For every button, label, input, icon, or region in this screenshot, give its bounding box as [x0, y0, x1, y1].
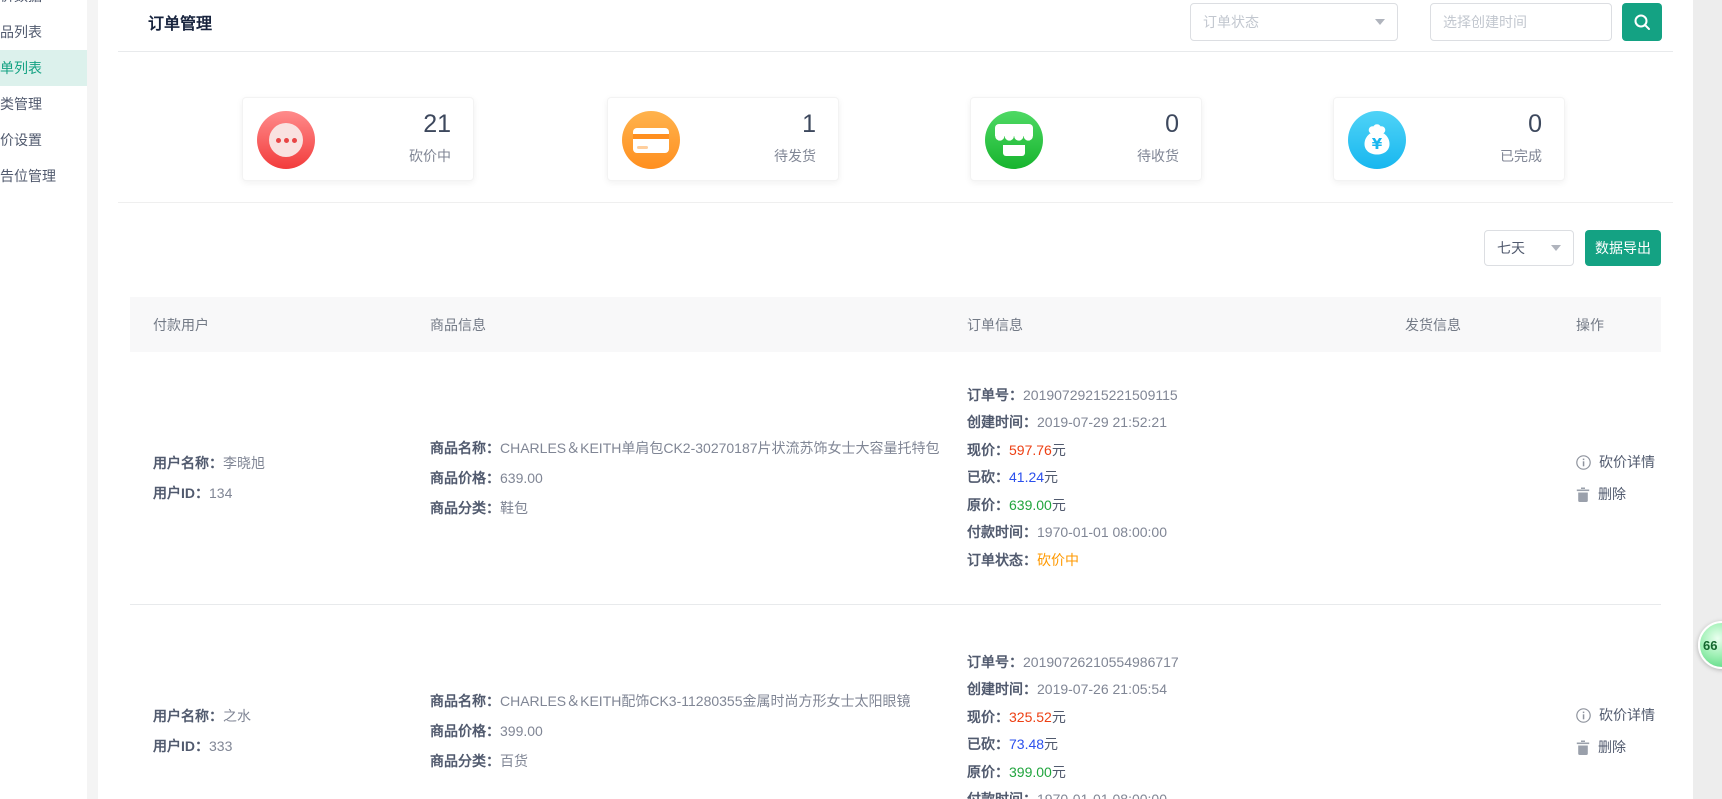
search-button[interactable] — [1622, 3, 1662, 41]
product-name: 商品名称：CHARLES＆KEITH配饰CK3-11280355金属时尚方形女士… — [430, 686, 944, 716]
order-status: 订单状态：砍价中 — [967, 547, 1382, 575]
table-header: 付款用户 商品信息 订单信息 发货信息 操作 — [130, 297, 1661, 352]
user-id: 用户ID：134 — [153, 478, 407, 508]
svg-text:¥: ¥ — [1372, 135, 1383, 153]
actions-cell: 砍价详情 删除 — [1553, 605, 1661, 799]
sidebar-divider — [87, 0, 98, 799]
money-bag-icon: ¥ — [1348, 111, 1406, 169]
product-category: 商品分类：百货 — [430, 746, 944, 776]
order-current-price: 现价：597.76元 — [967, 437, 1382, 465]
order-created: 创建时间：2019-07-29 21:52:21 — [967, 409, 1382, 437]
user-id: 用户ID：333 — [153, 731, 407, 761]
stat-label: 已完成 — [1500, 146, 1542, 166]
stat-value: 0 — [1528, 110, 1542, 139]
orders-table: 付款用户 商品信息 订单信息 发货信息 操作 用户名称：李晓旭 用户ID：134… — [130, 297, 1661, 799]
order-cut-amount: 已砍：73.48元 — [967, 731, 1382, 759]
trash-icon — [1576, 487, 1590, 502]
user-name: 用户名称：之水 — [153, 701, 407, 731]
create-time-input[interactable] — [1430, 3, 1612, 41]
stat-value: 1 — [802, 110, 816, 139]
page-header: 订单管理 订单状态 — [118, 0, 1673, 52]
column-header-order: 订单信息 — [944, 315, 1382, 335]
payer-cell: 用户名称：之水 用户ID：333 — [130, 605, 407, 799]
bank-card-icon — [622, 111, 680, 169]
range-select[interactable]: 七天 — [1484, 230, 1574, 266]
chevron-down-icon — [1551, 245, 1561, 251]
order-status-placeholder: 订单状态 — [1203, 12, 1259, 32]
chevron-down-icon — [1375, 19, 1385, 25]
column-header-actions: 操作 — [1553, 315, 1661, 335]
sidebar-item-category-manage[interactable]: 分类管理 — [0, 86, 87, 122]
bargain-detail-button[interactable]: 砍价详情 — [1576, 452, 1661, 472]
stat-card-to-ship: 1 待发货 — [607, 97, 839, 181]
sidebar-item-ad-manage[interactable]: 广告位管理 — [0, 158, 87, 194]
table-row: 用户名称：李晓旭 用户ID：134 商品名称：CHARLES＆KEITH单肩包C… — [130, 352, 1661, 605]
stat-label: 待发货 — [774, 146, 816, 166]
sidebar-menu: 砍价数据 商品列表 订单列表 分类管理 砍价设置 广告位管理 — [0, 0, 87, 194]
shop-icon — [985, 111, 1043, 169]
column-header-shipping: 发货信息 — [1382, 315, 1553, 335]
sidebar-item-bargain-settings[interactable]: 砍价设置 — [0, 122, 87, 158]
shipping-cell — [1382, 352, 1553, 604]
search-icon — [1632, 12, 1652, 32]
info-icon — [1576, 455, 1591, 470]
order-original-price: 原价：639.00元 — [967, 492, 1382, 520]
actions-cell: 砍价详情 删除 — [1553, 352, 1661, 604]
section-divider — [118, 202, 1673, 203]
order-cell: 订单号：20190726210554986717 创建时间：2019-07-26… — [944, 605, 1382, 799]
product-cell: 商品名称：CHARLES＆KEITH单肩包CK2-30270187片状流苏饰女士… — [407, 352, 944, 604]
column-header-product: 商品信息 — [407, 315, 944, 335]
chat-dots-icon — [257, 111, 315, 169]
order-no: 订单号：20190726210554986717 — [967, 649, 1382, 677]
trash-icon — [1576, 740, 1590, 755]
sidebar-item-product-list[interactable]: 商品列表 — [0, 14, 87, 50]
stat-label: 待收货 — [1137, 146, 1179, 166]
product-category: 商品分类：鞋包 — [430, 493, 944, 523]
order-status-select[interactable]: 订单状态 — [1190, 3, 1398, 41]
user-name: 用户名称：李晓旭 — [153, 448, 407, 478]
main-content: 订单管理 订单状态 21 砍价中 1 待发货 — [98, 0, 1693, 799]
stat-card-completed: ¥ 0 已完成 — [1333, 97, 1565, 181]
order-cut-amount: 已砍：41.24元 — [967, 464, 1382, 492]
info-icon — [1576, 708, 1591, 723]
delete-button[interactable]: 删除 — [1576, 737, 1661, 757]
page-title: 订单管理 — [148, 0, 212, 50]
stat-value: 21 — [423, 110, 451, 139]
export-button[interactable]: 数据导出 — [1585, 230, 1661, 266]
sidebar-item-order-list[interactable]: 订单列表 — [0, 50, 87, 86]
order-created: 创建时间：2019-07-26 21:05:54 — [967, 676, 1382, 704]
stat-label: 砍价中 — [409, 146, 451, 166]
order-current-price: 现价：325.52元 — [967, 704, 1382, 732]
order-pay-time: 付款时间：1970-01-01 08:00:00 — [967, 519, 1382, 547]
stat-card-bargaining: 21 砍价中 — [242, 97, 474, 181]
order-original-price: 原价：399.00元 — [967, 759, 1382, 787]
delete-button[interactable]: 删除 — [1576, 484, 1661, 504]
order-admin-app: 砍价数据 商品列表 订单列表 分类管理 砍价设置 广告位管理 订单管理 订单状态 — [0, 0, 1722, 799]
order-cell: 订单号：20190729215221509115 创建时间：2019-07-29… — [944, 352, 1382, 604]
shipping-cell — [1382, 605, 1553, 799]
product-cell: 商品名称：CHARLES＆KEITH配饰CK3-11280355金属时尚方形女士… — [407, 605, 944, 799]
order-no: 订单号：20190729215221509115 — [967, 382, 1382, 410]
bargain-detail-button[interactable]: 砍价详情 — [1576, 705, 1661, 725]
sidebar-item-bargain-data[interactable]: 砍价数据 — [0, 0, 87, 14]
payer-cell: 用户名称：李晓旭 用户ID：134 — [130, 352, 407, 604]
product-price: 商品价格：639.00 — [430, 463, 944, 493]
product-price: 商品价格：399.00 — [430, 716, 944, 746]
product-name: 商品名称：CHARLES＆KEITH单肩包CK2-30270187片状流苏饰女士… — [430, 433, 944, 463]
range-select-value: 七天 — [1497, 238, 1525, 258]
sidebar: 砍价数据 商品列表 订单列表 分类管理 砍价设置 广告位管理 — [0, 0, 87, 799]
order-pay-time: 付款时间：1970-01-01 08:00:00 — [967, 786, 1382, 799]
stat-card-to-receive: 0 待收货 — [970, 97, 1202, 181]
stat-value: 0 — [1165, 110, 1179, 139]
table-row: 用户名称：之水 用户ID：333 商品名称：CHARLES＆KEITH配饰CK3… — [130, 605, 1661, 799]
column-header-payer: 付款用户 — [130, 315, 407, 335]
floating-badge[interactable]: 66 — [1698, 621, 1722, 669]
